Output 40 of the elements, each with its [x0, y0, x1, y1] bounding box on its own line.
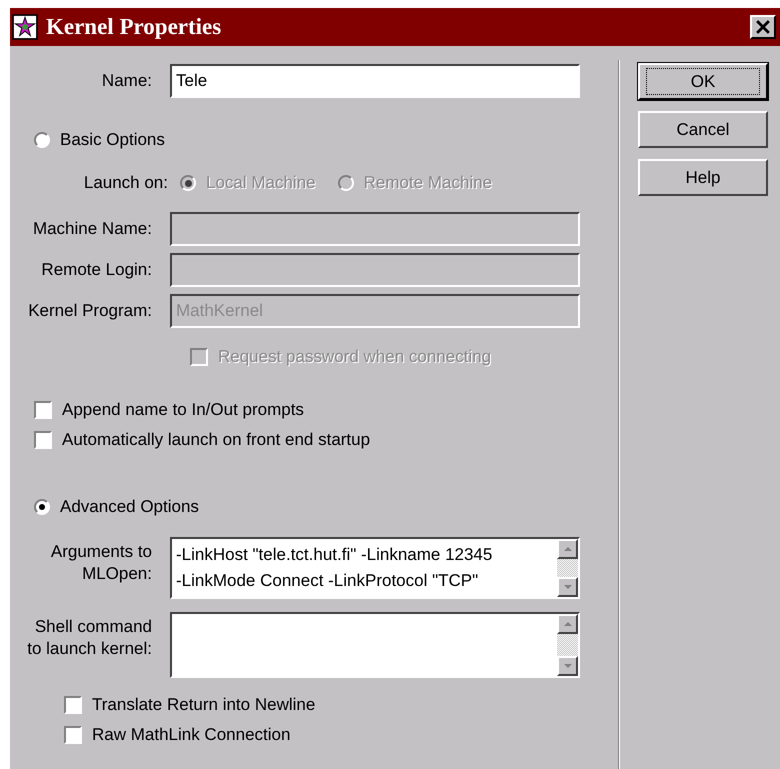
scroll-bar[interactable] [557, 539, 578, 597]
checkbox-label: Append name to In/Out prompts [62, 400, 304, 420]
dialog-button[interactable]: Help [638, 159, 768, 196]
scroll-up-icon [562, 621, 572, 627]
checkbox-label: Automatically launch on front end startup [62, 430, 370, 450]
scroll-down-icon [562, 663, 572, 669]
option-label: Local Machine [206, 173, 316, 193]
checkbox-label: Request password when connecting [218, 347, 492, 367]
radio-button[interactable] [34, 132, 50, 148]
option-label: Remote Machine [364, 173, 492, 193]
option-label: Advanced Options [60, 497, 199, 517]
close-button[interactable] [750, 15, 776, 39]
checkbox[interactable] [64, 726, 82, 744]
text-area[interactable]: -LinkHost "tele.tct.hut.fi" -Linkname 12345 -LinkMode Connect -LinkProtocol "TCP" [170, 537, 580, 599]
name-field[interactable]: Tele [170, 64, 580, 98]
dialog-button[interactable]: OK [638, 63, 768, 100]
scroll-down-icon [562, 584, 572, 590]
text-line: -LinkMode Connect -LinkProtocol "TCP" [176, 570, 480, 592]
dialog-button[interactable]: Cancel [638, 111, 768, 148]
checkbox[interactable] [64, 696, 82, 714]
scroll-bar[interactable] [557, 614, 578, 676]
option-label: Basic Options [60, 130, 165, 150]
checkbox[interactable] [34, 401, 52, 419]
close-icon [756, 20, 770, 34]
app-icon [12, 14, 38, 40]
field-label: Arguments to MLOpen: [50, 541, 153, 585]
window-title: Kernel Properties [46, 14, 222, 40]
field-label: Launch on: [82, 173, 169, 193]
checkbox-label: Raw MathLink Connection [92, 725, 290, 745]
text-line: -LinkHost "tele.tct.hut.fi" -Linkname 12345 [176, 544, 494, 566]
field-label: Remote Login: [40, 260, 153, 280]
field-label: Shell command to launch kernel: [26, 616, 153, 660]
field-label: Kernel Program: [27, 301, 153, 321]
checkbox[interactable] [34, 431, 52, 449]
field-label: Name: [100, 71, 153, 91]
radio-button[interactable] [34, 499, 50, 515]
scroll-up-icon [562, 546, 572, 552]
field-label: Machine Name: [32, 219, 153, 239]
text-area[interactable] [170, 612, 580, 678]
checkbox-label: Translate Return into Newline [92, 695, 316, 715]
